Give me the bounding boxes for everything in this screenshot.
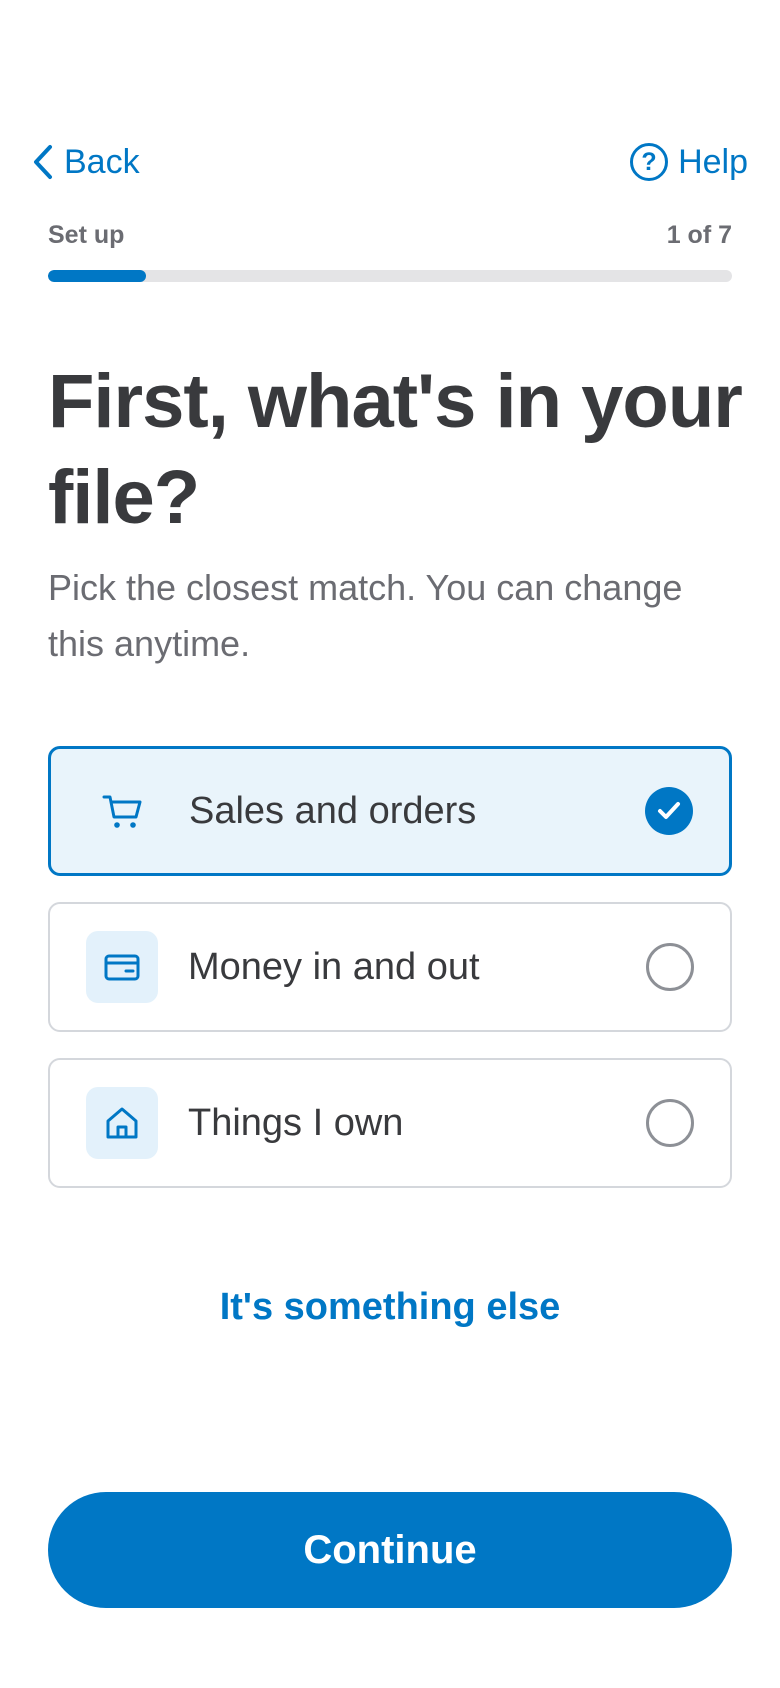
radio-checked[interactable] (645, 787, 693, 835)
option-label: Money in and out (188, 945, 480, 988)
wallet-icon (86, 931, 158, 1003)
page-subtitle: Pick the closest match. You can change t… (48, 567, 683, 664)
option-money-in-and-out[interactable]: Money in and out (48, 902, 732, 1032)
help-label: Help (678, 142, 748, 181)
step-indicator: Set up 1 of 7 (48, 218, 732, 252)
top-nav: Back ? Help (0, 136, 780, 188)
option-list: Sales and orders Money in and out Things… (48, 746, 732, 1214)
help-icon: ? (630, 143, 669, 181)
option-things-i-own[interactable]: Things I own (48, 1058, 732, 1188)
continue-button[interactable]: Continue (48, 1492, 732, 1608)
option-label: Things I own (188, 1101, 404, 1144)
page-title: First, what's in your file? (48, 359, 743, 540)
radio-unchecked[interactable] (646, 943, 694, 991)
step-label: Set up (48, 220, 125, 249)
option-sales-and-orders[interactable]: Sales and orders (48, 746, 732, 876)
back-button[interactable]: Back (32, 136, 140, 188)
progress-bar (48, 270, 732, 282)
step-counter: 1 of 7 (666, 220, 732, 249)
something-else-link[interactable]: It's something else (0, 1286, 780, 1329)
help-button[interactable]: ? Help (630, 136, 748, 188)
chevron-left-icon (34, 145, 52, 179)
progress-fill (48, 270, 146, 282)
radio-unchecked[interactable] (646, 1099, 694, 1147)
home-icon (86, 1087, 158, 1159)
back-label: Back (64, 142, 140, 181)
checkmark-icon (658, 802, 680, 819)
option-label: Sales and orders (189, 789, 477, 832)
shopping-cart-icon (87, 775, 159, 847)
